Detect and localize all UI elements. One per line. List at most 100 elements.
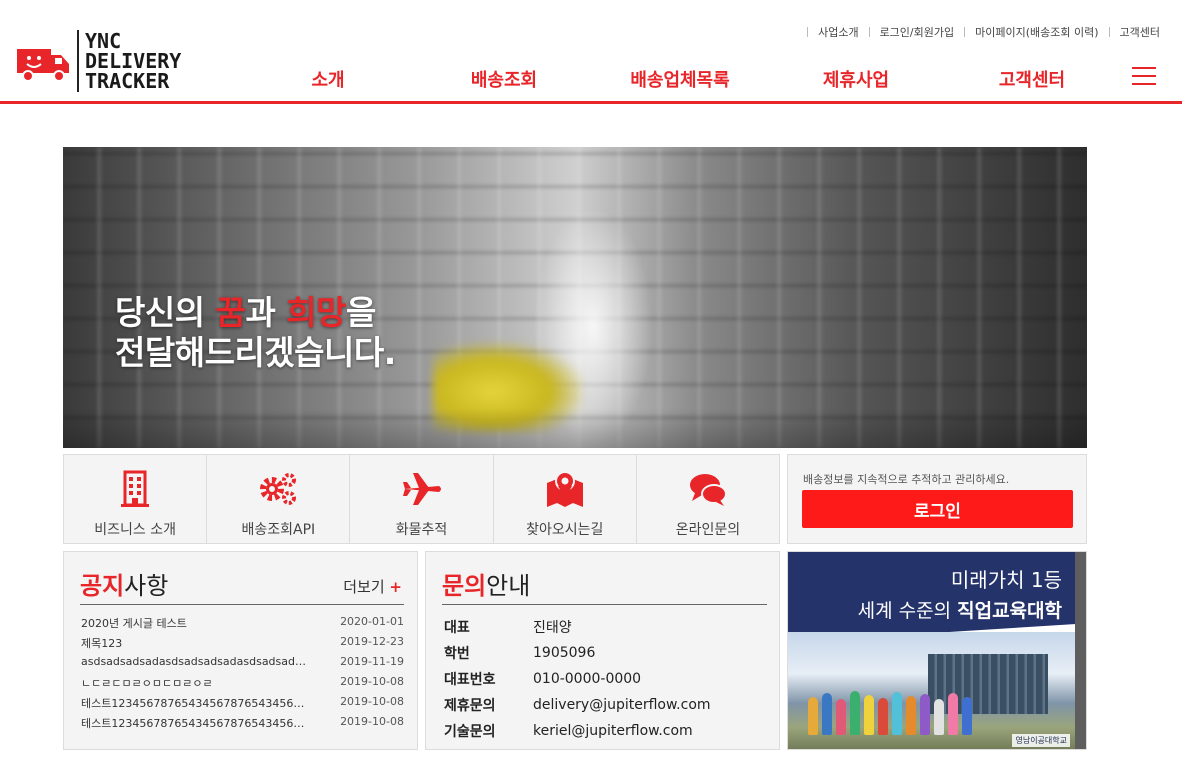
contact-row: 학번 1905096 (444, 640, 711, 666)
contact-key: 제휴문의 (444, 698, 496, 714)
contact-value: keriel@jupiterflow.com (533, 723, 693, 739)
contact-value: delivery@jupiterflow.com (533, 697, 711, 713)
chat-icon (689, 474, 727, 506)
contact-key: 기술문의 (444, 724, 496, 740)
hero-floor (63, 408, 1087, 448)
notice-item-title: 제목123 (81, 637, 123, 650)
nav-tracking[interactable]: 배송조회 (471, 66, 537, 92)
notice-item[interactable]: ㄴㄷㄹㄷㅁㄹㅇㅁㄷㅁㄹㅇㄹ 2019-10-08 (81, 675, 404, 695)
nav-carrier-list[interactable]: 배송업체목록 (630, 66, 729, 92)
hero-banner: 당신의 꿈과 희망을 전달해드리겠습니다. (63, 147, 1087, 448)
topnav-mypage[interactable]: 마이페이지(배송조회 이력) (975, 24, 1098, 40)
contact-title: 문의안내 (442, 566, 530, 601)
divider (964, 27, 966, 37)
contact-key: 대표번호 (444, 672, 496, 688)
main-nav: 소개 배송조회 배송업체목록 제휴사업 고객센터 (0, 66, 1182, 92)
plus-icon: + (389, 578, 402, 596)
contact-row: 대표 진태양 (444, 614, 711, 640)
notice-item[interactable]: 제목123 2019-12-23 (81, 635, 404, 655)
quick-label: 비즈니스 소개 (94, 522, 176, 538)
topnav-business-intro[interactable]: 사업소개 (818, 24, 858, 40)
hero-text-part: 을 (346, 293, 376, 332)
hero-line-2: 전달해드리겠습니다. (115, 333, 396, 372)
banner-photo: 영남이공대학교 (788, 632, 1076, 749)
building-icon (121, 470, 150, 507)
quick-business-intro[interactable]: 비즈니스 소개 (64, 455, 208, 543)
notice-item-date: 2019-10-08 (340, 695, 404, 708)
quick-label: 찾아오시는길 (526, 522, 604, 538)
notice-item-date: 2020-01-01 (340, 615, 404, 628)
hero-highlight-dream: 꿈 (215, 293, 246, 332)
notice-panel: 공지사항 더보기 + 2020년 게시글 테스트 2020-01-01 제목123… (63, 551, 418, 750)
site-header: YNC DELIVERY TRACKER 사업소개 로그인/회원가입 마이페이지… (0, 0, 1182, 104)
hero-highlight-hope: 희망 (286, 293, 347, 332)
notice-item-date: 2019-12-23 (340, 635, 404, 648)
contact-key: 대표 (444, 620, 470, 636)
notice-item-title: 테스트12345678765434567876543456 78 (81, 717, 306, 730)
banner-line-1: 미래가치 1등 (950, 568, 1062, 592)
hero-text-part: 당신의 (115, 293, 216, 332)
contact-key: 학번 (444, 646, 470, 662)
quick-cargo-tracking[interactable]: 화물추적 (350, 455, 494, 543)
login-button[interactable]: 로그인 (802, 490, 1073, 528)
banner-line-2: 세계 수준의 직업교육대학 (858, 596, 1062, 623)
more-label: 더보기 (343, 578, 385, 596)
quick-label: 온라인문의 (675, 522, 741, 538)
divider (807, 27, 809, 37)
topnav-login-signup[interactable]: 로그인/회원가입 (880, 24, 955, 40)
contact-row: 기술문의 keriel@jupiterflow.com (444, 718, 711, 744)
students-image (808, 690, 998, 735)
contact-row: 제휴문의 delivery@jupiterflow.com (444, 692, 711, 718)
quick-label: 배송조회API (241, 522, 316, 538)
notice-item[interactable]: asdsadsadsadasdsadsadsadasdsadsadsadasds… (81, 655, 404, 675)
map-pin-icon (546, 471, 583, 507)
quick-label: 화물추적 (395, 522, 448, 538)
nav-customer-center[interactable]: 고객센터 (999, 66, 1065, 92)
notice-item[interactable]: 테스트12345678765434567876543456 78 2019-10-… (81, 715, 404, 735)
nav-partnership[interactable]: 제휴사업 (823, 66, 889, 92)
notice-item[interactable]: 테스트12345678765434567876543456 78 2019-10-… (81, 695, 404, 715)
divider (868, 27, 870, 37)
notice-item-title: asdsadsadsadasdsadsadsadasdsadsadsadasds… (81, 655, 306, 668)
nav-intro[interactable]: 소개 (311, 66, 344, 92)
notice-title-accent: 공지 (80, 572, 125, 600)
utility-nav: 사업소개 로그인/회원가입 마이페이지(배송조회 이력) 고객센터 (797, 24, 1160, 40)
quick-tracking-api[interactable]: 배송조회API (207, 455, 351, 543)
hero-headline: 당신의 꿈과 희망을 전달해드리겠습니다. (115, 293, 396, 373)
notice-item-date: 2019-10-08 (340, 675, 404, 688)
quick-directions[interactable]: 찾아오시는길 (494, 455, 637, 543)
hero-text-part: 과 (245, 293, 287, 332)
contact-title-accent: 문의 (442, 572, 487, 600)
banner-line-2b: 직업교육대학 (957, 600, 1062, 622)
login-message: 배송정보를 지속적으로 추적하고 관리하세요. (803, 473, 1010, 486)
university-ad-banner[interactable]: 미래가치 1등 세계 수준의 직업교육대학 영남이공대학교 (787, 551, 1087, 750)
notice-title: 공지사항 (80, 566, 168, 601)
logo-line-1: YNC (85, 29, 122, 53)
divider (80, 604, 404, 605)
notice-item[interactable]: 2020년 게시글 테스트 2020-01-01 (81, 615, 404, 635)
contact-table: 대표 진태양 학번 1905096 대표번호 010-0000-0000 제휴문의 de… (444, 614, 711, 744)
divider (442, 604, 767, 605)
quick-online-inquiry[interactable]: 온라인문의 (637, 455, 779, 543)
topnav-customer-center[interactable]: 고객센터 (1120, 24, 1160, 40)
contact-value: 1905096 (533, 645, 596, 661)
contact-value: 010-0000-0000 (533, 671, 642, 687)
banner-line-2a: 세계 수준의 (857, 600, 958, 622)
notice-item-title: ㄴㄷㄹㄷㅁㄹㅇㅁㄷㅁㄹㅇㄹ (81, 677, 213, 690)
contact-row: 대표번호 010-0000-0000 (444, 666, 711, 692)
airplane-icon (402, 473, 441, 505)
divider (1108, 27, 1110, 37)
notice-list: 2020년 게시글 테스트 2020-01-01 제목123 2019-12-23 … (81, 615, 404, 735)
notice-item-date: 2019-10-08 (340, 715, 404, 728)
quick-menu: 비즈니스 소개 배송조회API 화물추적 찾아오시는길 온라인문의 (63, 454, 780, 544)
banner-caption: 영남이공대학교 (1012, 734, 1070, 747)
hamburger-icon[interactable] (1132, 67, 1156, 86)
gears-icon (260, 473, 297, 505)
banner-scrollbar[interactable] (1075, 552, 1086, 749)
notice-more-link[interactable]: 더보기 + (343, 576, 402, 597)
login-box: 배송정보를 지속적으로 추적하고 관리하세요. 로그인 (787, 454, 1087, 544)
notice-item-date: 2019-11-19 (340, 655, 404, 668)
notice-item-title: 테스트12345678765434567876543456 78 (81, 697, 306, 710)
contact-title-rest: 안내 (486, 572, 531, 600)
contact-panel: 문의안내 대표 진태양 학번 1905096 대표번호 010-0000-0000 제… (425, 551, 780, 750)
